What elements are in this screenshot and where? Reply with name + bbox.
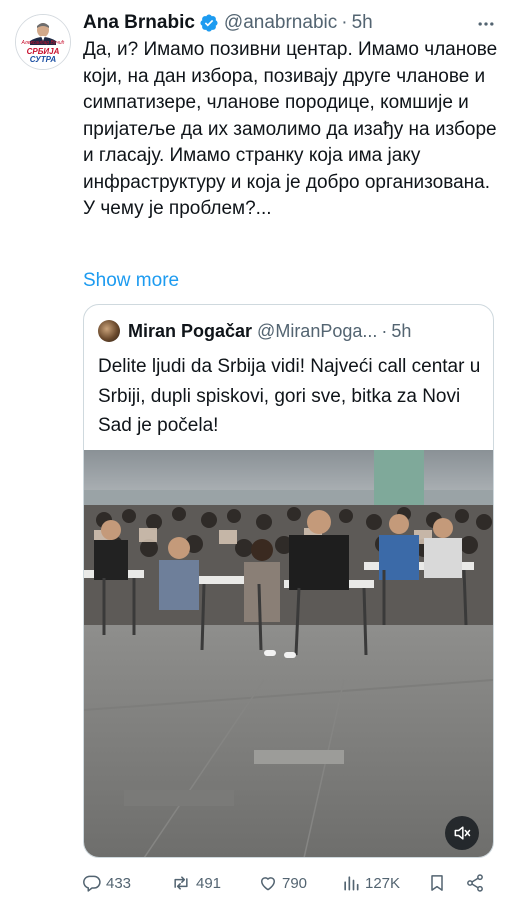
author-name[interactable]: Ana Brnabic [83, 12, 195, 34]
bookmark-icon [431, 875, 443, 891]
quoted-author-name[interactable]: Miran Pogačar [128, 321, 252, 342]
call-center-scene [84, 450, 493, 857]
quoted-separator-dot: · [381, 320, 388, 341]
tweet[interactable]: Александар Вучић СРБИЈА СУТРА Ana Brnabi… [0, 0, 511, 900]
avatar-line2: СУТРА [29, 55, 57, 64]
action-bar: 433 491 790 127K [0, 870, 511, 896]
bookmark-button[interactable] [427, 872, 447, 899]
quoted-time[interactable]: 5h [391, 321, 411, 342]
share-button[interactable] [465, 872, 485, 899]
tweet-text: Да, и? Имамо позивни центар. Имамо члано… [83, 39, 498, 219]
like-count: 790 [282, 874, 308, 892]
mute-button[interactable] [445, 816, 479, 850]
retweet-icon [174, 876, 188, 890]
views-button[interactable]: 127K [341, 870, 400, 896]
verified-badge-icon [199, 13, 219, 33]
avatar-small-line: Александар Вучић [21, 40, 65, 46]
views-count: 127K [365, 874, 401, 892]
like-icon [261, 877, 275, 891]
show-more-link[interactable]: Show more [83, 268, 179, 294]
retweet-button[interactable]: 491 [170, 870, 221, 896]
separator-dot: · [341, 12, 348, 33]
quoted-header: Miran Pogačar @MiranPoga... · 5h [98, 320, 411, 342]
video-thumbnail[interactable] [84, 450, 493, 857]
reply-count: 433 [106, 874, 132, 892]
views-icon [344, 876, 359, 891]
retweet-count: 491 [196, 874, 222, 892]
like-button[interactable]: 790 [258, 870, 307, 896]
tweet-header: Ana Brnabic @anabrnabic · 5h [83, 10, 373, 36]
quoted-tweet-card[interactable]: Miran Pogačar @MiranPoga... · 5h Delite … [83, 304, 494, 858]
author-handle[interactable]: @anabrnabic [224, 12, 337, 34]
quoted-author-handle[interactable]: @MiranPoga... [257, 321, 377, 342]
more-icon[interactable] [474, 12, 498, 36]
tweet-time[interactable]: 5h [352, 12, 373, 34]
share-icon [467, 874, 483, 892]
quoted-text: Delite ljudi da Srbija vidi! Najveći cal… [98, 356, 481, 436]
reply-button[interactable]: 433 [82, 870, 131, 896]
reply-icon [83, 875, 101, 892]
mute-icon [454, 826, 471, 840]
quoted-avatar[interactable] [98, 320, 120, 342]
author-avatar[interactable]: Александар Вучић СРБИЈА СУТРА [15, 14, 71, 70]
